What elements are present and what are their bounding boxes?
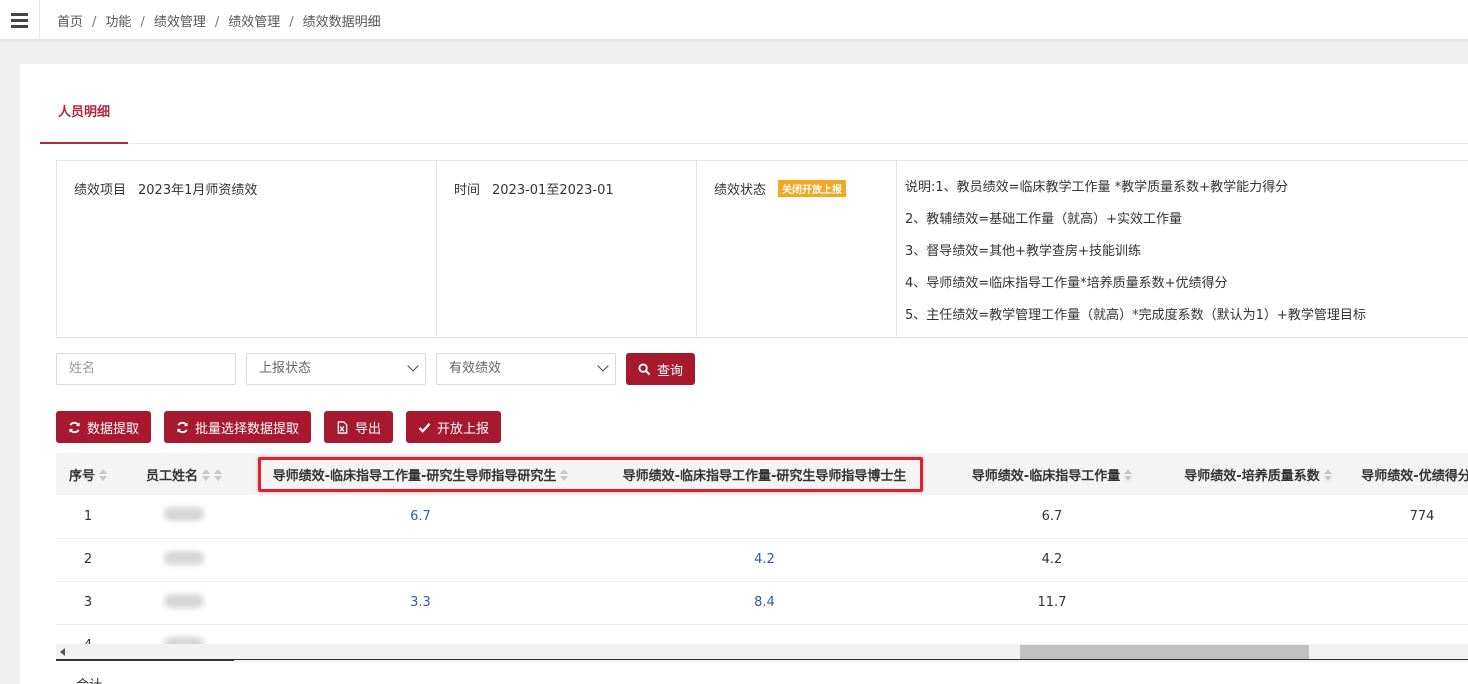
sort-icon[interactable] <box>1323 468 1332 481</box>
export-label: 导出 <box>355 421 382 437</box>
valid-perf-select[interactable]: 有效绩效 <box>436 353 616 385</box>
blurred-name <box>164 550 204 565</box>
sort-icon[interactable] <box>202 468 210 481</box>
cell-name <box>120 581 248 625</box>
col-header-name[interactable]: 员工姓名 <box>120 453 248 495</box>
data-extract-label: 数据提取 <box>87 421 140 437</box>
note-line: 说明:1、教员绩效=临床教学工作量 *教学质量系数+教学能力得分 <box>905 180 1289 195</box>
chevron-down-icon <box>407 360 419 372</box>
project-value: 2023年1月师资绩效 <box>138 183 258 198</box>
refresh-icon <box>69 421 80 433</box>
time-label: 时间 <box>454 183 481 198</box>
time-value: 2023-01至2023-01 <box>492 183 614 198</box>
report-status-value: 上报状态 <box>259 361 312 376</box>
excel-file-icon <box>337 420 348 434</box>
cell-no: 3 <box>56 581 120 625</box>
cell-no: 1 <box>56 495 120 539</box>
col-header-quality-coef[interactable]: 导师绩效-培养质量系数 <box>1168 453 1348 495</box>
sort-icon[interactable] <box>99 468 107 481</box>
top-bar: 首页 / 功能 / 绩效管理 / 绩效管理 / 绩效数据明细 <box>0 0 1468 40</box>
data-extract-button[interactable]: 数据提取 <box>56 411 152 443</box>
search-label: 查询 <box>657 363 684 379</box>
breadcrumb-current: 绩效数据明细 <box>302 15 381 30</box>
refresh-icon <box>177 421 188 433</box>
main-panel: 人员明细 绩效项目 2023年1月师资绩效 时间 2023-01至2023-01 绩… <box>20 64 1468 684</box>
valid-perf-value: 有效绩效 <box>449 361 502 376</box>
cell-phd[interactable]: 4.2 <box>593 538 936 582</box>
info-project: 绩效项目 2023年1月师资绩效 <box>57 161 437 337</box>
hamburger-menu-icon[interactable] <box>0 0 40 40</box>
breadcrumb-perf-mgmt[interactable]: 绩效管理 <box>154 15 206 30</box>
cell-excellence: 774 <box>1348 495 1468 539</box>
scroll-left-icon[interactable] <box>60 648 65 656</box>
note-line: 2、教辅绩效=基础工作量（就高）+实效工作量 <box>905 212 1183 227</box>
cell-grad[interactable]: 6.7 <box>248 495 593 539</box>
table-row: 3 3.3 8.4 11.7 <box>56 581 1468 625</box>
breadcrumb-home[interactable]: 首页 <box>57 15 83 30</box>
cell-grad[interactable]: 3.3 <box>248 581 593 625</box>
open-report-label: 开放上报 <box>437 421 490 437</box>
sort-icon[interactable] <box>214 468 222 481</box>
cell-workload: 6.7 <box>936 495 1168 539</box>
batch-extract-button[interactable]: 批量选择数据提取 <box>164 411 312 443</box>
action-bar: 数据提取 批量选择数据提取 导出 开放上报 <box>56 411 502 443</box>
cell-quality <box>1168 581 1348 625</box>
info-status: 绩效状态 关闭开放上报 <box>697 161 897 337</box>
horizontal-scrollbar[interactable] <box>56 644 1468 661</box>
col-header-no[interactable]: 序号 <box>56 453 120 495</box>
col-header-excellence-score[interactable]: 导师绩效-优绩得分 <box>1348 453 1468 495</box>
note-line: 4、导师绩效=临床指导工作量*培养质量系数+优绩得分 <box>905 276 1228 291</box>
info-notes: 说明:1、教员绩效=临床教学工作量 *教学质量系数+教学能力得分 2、教辅绩效=… <box>897 161 1468 337</box>
cell-quality <box>1168 538 1348 582</box>
table-row: 2 4.2 4.2 <box>56 538 1468 582</box>
cell-grad[interactable] <box>248 538 593 582</box>
batch-extract-label: 批量选择数据提取 <box>195 421 300 437</box>
blurred-name <box>164 507 204 522</box>
cell-excellence <box>1348 581 1468 625</box>
cell-phd[interactable] <box>593 495 936 539</box>
info-time: 时间 2023-01至2023-01 <box>437 161 697 337</box>
breadcrumb-function[interactable]: 功能 <box>105 15 131 30</box>
check-icon <box>418 422 431 433</box>
cell-workload: 11.7 <box>936 581 1168 625</box>
tab-bar: 人员明细 <box>40 64 1468 144</box>
cell-name <box>120 538 248 582</box>
note-line: 5、主任绩效=教学管理工作量（就高）*完成度系数（默认为1）+教学管理目标 <box>905 308 1366 323</box>
table-row: 1 6.7 6.7 774 <box>56 495 1468 539</box>
cell-name <box>120 495 248 539</box>
col-header-clinical-workload[interactable]: 导师绩效-临床指导工作量 <box>936 453 1168 495</box>
chevron-down-icon <box>597 360 609 372</box>
blurred-name <box>164 593 204 608</box>
status-badge: 关闭开放上报 <box>778 180 847 197</box>
cell-workload: 4.2 <box>936 538 1168 582</box>
filter-bar: 姓名 上报状态 有效绩效 查询 <box>56 353 696 385</box>
total-label: 合计 <box>76 674 102 684</box>
search-icon <box>638 362 651 375</box>
cell-excellence <box>1348 538 1468 582</box>
report-status-select[interactable]: 上报状态 <box>246 353 426 385</box>
name-input[interactable]: 姓名 <box>56 353 236 385</box>
search-button[interactable]: 查询 <box>626 353 696 385</box>
breadcrumb: 首页 / 功能 / 绩效管理 / 绩效管理 / 绩效数据明细 <box>57 15 381 30</box>
tab-staff-detail[interactable]: 人员明细 <box>40 64 128 144</box>
cell-phd[interactable]: 8.4 <box>593 581 936 625</box>
sort-icon[interactable] <box>1124 468 1133 481</box>
note-line: 3、督导绩效=其他+教学查房+技能训练 <box>905 244 1141 259</box>
scrollbar-thumb[interactable] <box>1020 645 1309 659</box>
cell-no: 2 <box>56 538 120 582</box>
export-button[interactable]: 导出 <box>324 411 394 443</box>
project-label: 绩效项目 <box>74 183 127 198</box>
highlight-box <box>258 457 923 492</box>
cell-quality <box>1168 495 1348 539</box>
scrollbar-edge <box>234 660 1468 662</box>
status-label: 绩效状态 <box>714 183 767 198</box>
open-report-button[interactable]: 开放上报 <box>406 411 502 443</box>
breadcrumb-perf-mgmt-2[interactable]: 绩效管理 <box>228 15 280 30</box>
info-box: 绩效项目 2023年1月师资绩效 时间 2023-01至2023-01 绩效状态 关闭… <box>56 160 1468 338</box>
